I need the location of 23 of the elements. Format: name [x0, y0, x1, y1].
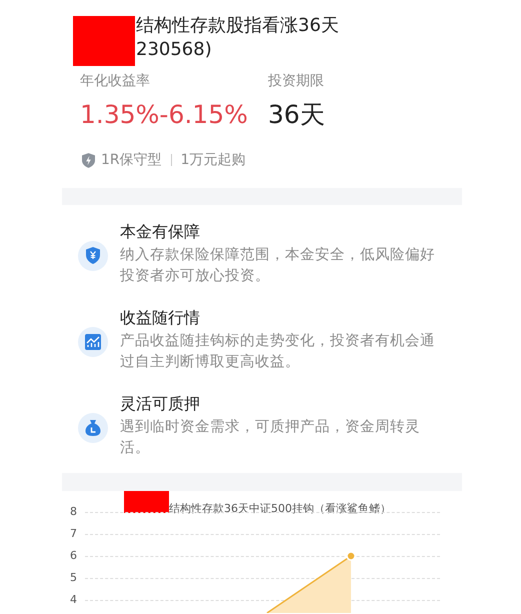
metric-value: 1.35%-6.15%	[80, 99, 249, 131]
shield-icon	[78, 241, 108, 271]
feature-title: 灵活可质押	[120, 393, 201, 415]
bag-icon	[78, 413, 108, 443]
axis-label: 7	[70, 526, 78, 542]
metric-value: 36天	[268, 99, 325, 131]
product-title: 结构性存款股指看涨36天	[136, 14, 340, 38]
product-tag: 1万元起购	[180, 150, 246, 170]
shield-icon	[82, 152, 95, 168]
feature-description: 遇到临时资金需求，可质押产品，资金周转灵活。	[120, 418, 421, 458]
feature-description: 纳入存款保险保障范围，本金安全，低风险偏好投资者亦可放心投资。	[120, 246, 436, 286]
metric-label: 年化收益率	[80, 72, 151, 91]
feature-description: 产品收益随挂钩标的走势变化，投资者有机会通过自主判断博取更高收益。	[120, 332, 436, 372]
axis-label: 8	[70, 504, 78, 520]
feature-title: 本金有保障	[120, 221, 201, 243]
product-title: 230568)	[136, 38, 213, 62]
chart-icon	[78, 327, 108, 357]
axis-label: 6	[70, 548, 78, 564]
metric-label: 投资期限	[268, 72, 325, 91]
feature-title: 收益随行情	[120, 307, 201, 329]
axis-label: 4	[70, 592, 78, 608]
product-tag: 1R保守型	[101, 150, 162, 170]
axis-label: 5	[70, 570, 78, 586]
